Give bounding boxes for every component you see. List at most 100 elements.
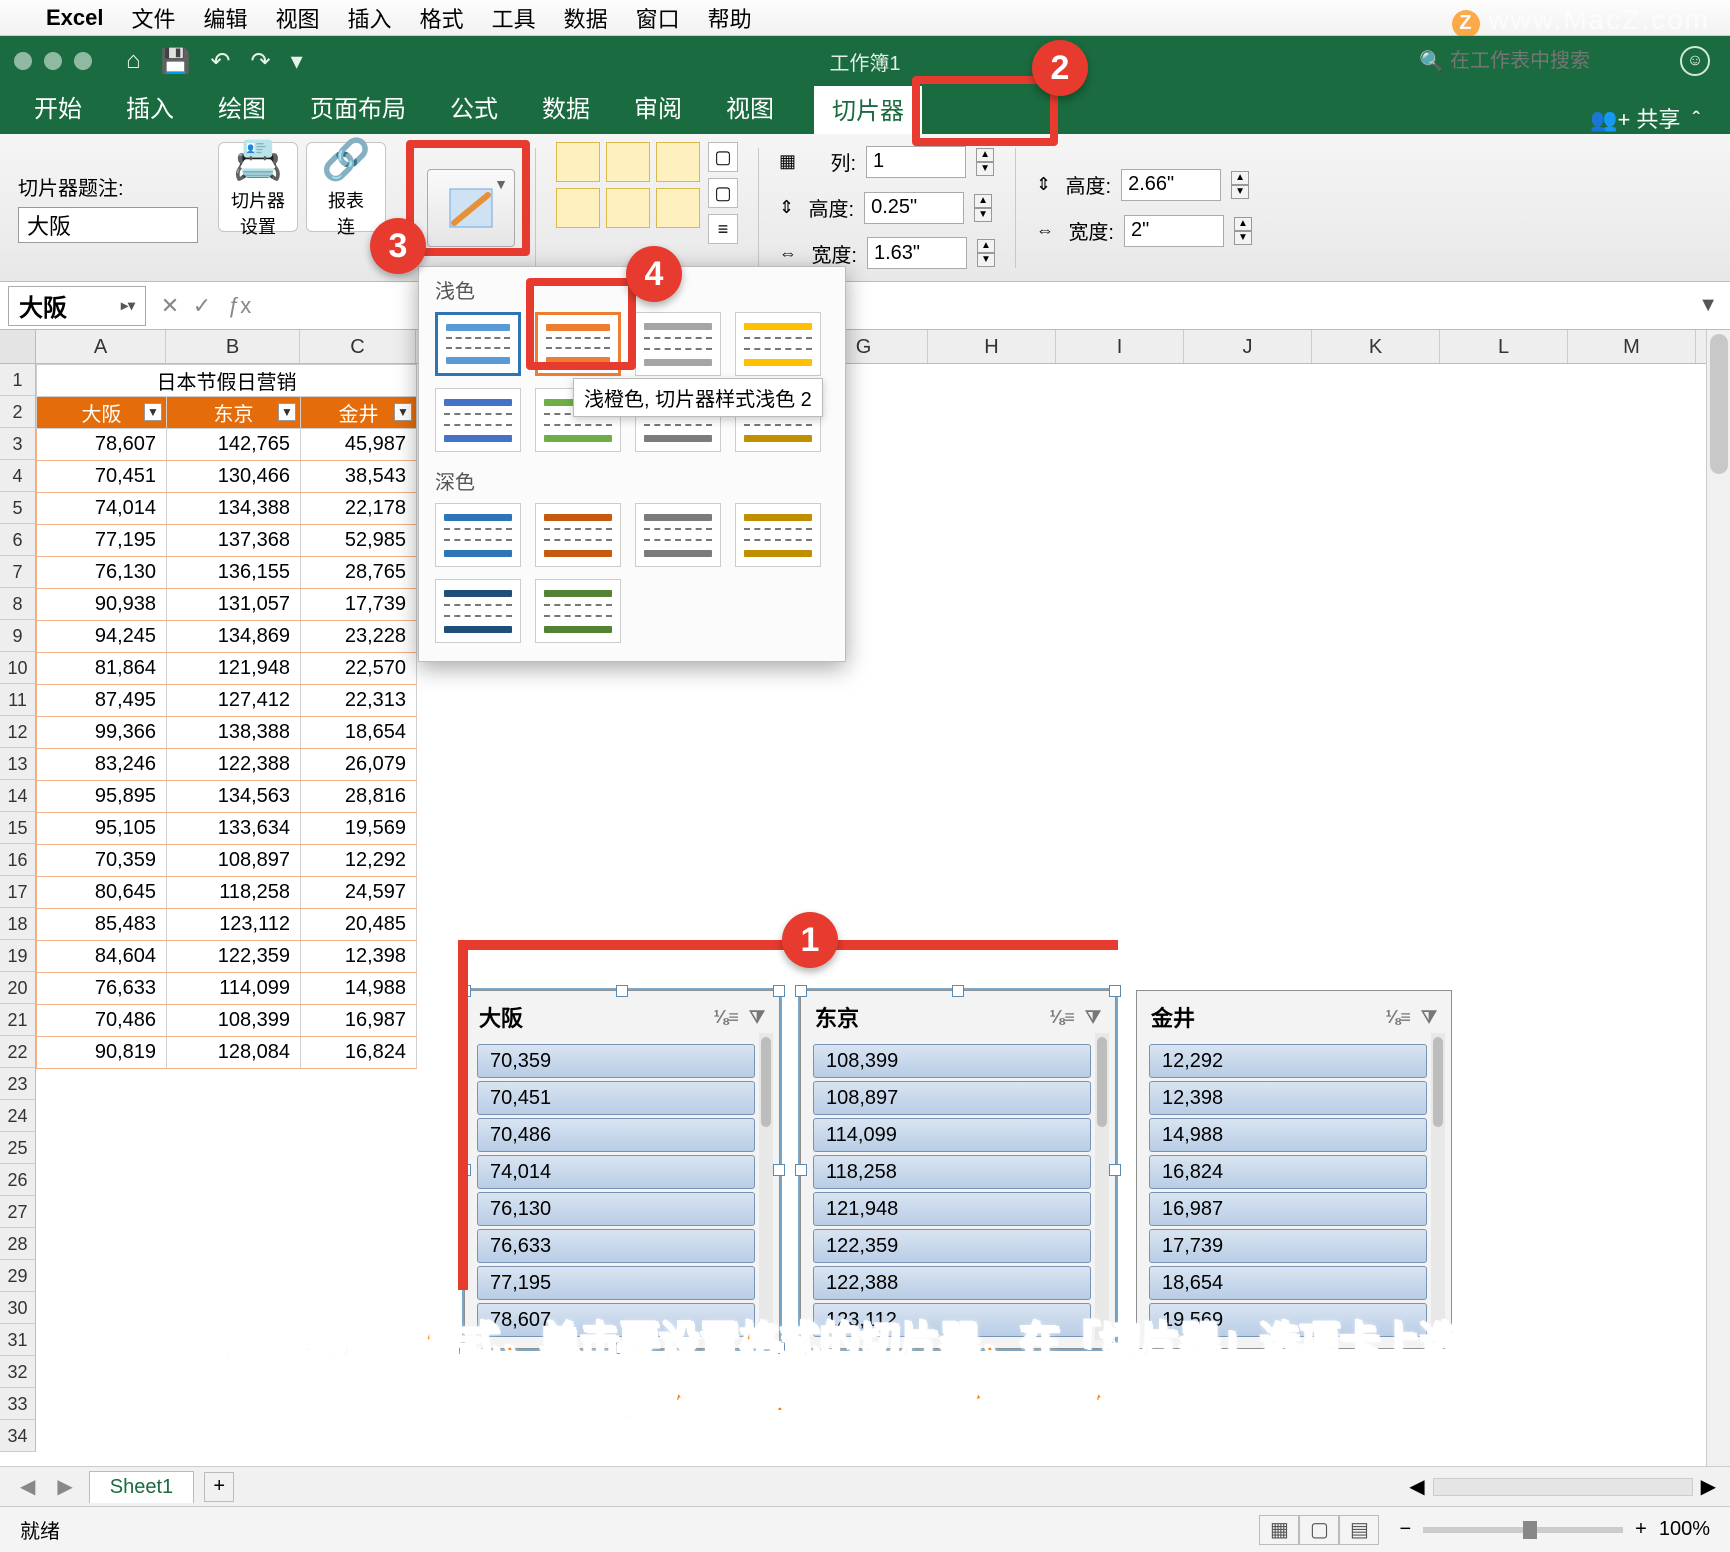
menu-window[interactable]: 窗口 <box>636 2 680 34</box>
row-header[interactable]: 8 <box>0 588 36 620</box>
tab-review[interactable]: 审阅 <box>630 83 686 134</box>
row-header[interactable]: 20 <box>0 972 36 1004</box>
slicer-item[interactable]: 17,739 <box>1149 1229 1427 1263</box>
col-header[interactable]: K <box>1312 330 1440 363</box>
cell[interactable]: 52,985 <box>301 525 417 557</box>
menu-format[interactable]: 格式 <box>420 2 464 34</box>
row-header[interactable]: 24 <box>0 1100 36 1132</box>
menu-data[interactable]: 数据 <box>564 2 608 34</box>
style-swatch[interactable] <box>735 503 821 567</box>
expand-formula-icon[interactable]: ▼ <box>1698 294 1718 317</box>
cell[interactable]: 24,597 <box>301 877 417 909</box>
sheet-nav-prev[interactable]: ◀ <box>14 1474 41 1499</box>
cell[interactable]: 19,569 <box>301 813 417 845</box>
cell[interactable]: 45,987 <box>301 429 417 461</box>
col-header[interactable]: H <box>928 330 1056 363</box>
horizontal-scrollbar[interactable]: ◀▶ <box>1409 1474 1716 1499</box>
columns-input[interactable] <box>866 146 966 178</box>
home-icon[interactable]: ⌂ <box>126 47 141 75</box>
cell[interactable]: 16,824 <box>301 1037 417 1069</box>
cell[interactable]: 134,869 <box>167 621 301 653</box>
cell[interactable]: 134,388 <box>167 493 301 525</box>
sheet-nav-next[interactable]: ▶ <box>51 1474 78 1499</box>
row-header[interactable]: 2 <box>0 396 36 428</box>
row-header[interactable]: 10 <box>0 652 36 684</box>
cell[interactable]: 18,654 <box>301 717 417 749</box>
cell[interactable]: 22,313 <box>301 685 417 717</box>
tab-formula[interactable]: 公式 <box>446 83 502 134</box>
slicer-item[interactable]: 14,988 <box>1149 1118 1427 1152</box>
cancel-icon[interactable]: ✕ <box>154 293 186 319</box>
name-box[interactable]: 大阪▸▾ <box>8 286 146 326</box>
feedback-icon[interactable]: ☺ <box>1680 46 1710 76</box>
cell[interactable]: 137,368 <box>167 525 301 557</box>
cell[interactable]: 70,451 <box>37 461 167 493</box>
cell[interactable]: 136,155 <box>167 557 301 589</box>
search-input[interactable] <box>1450 50 1650 73</box>
cell[interactable]: 74,014 <box>37 493 167 525</box>
cell[interactable]: 76,633 <box>37 973 167 1005</box>
cell[interactable]: 131,057 <box>167 589 301 621</box>
fx-icon[interactable]: ƒx <box>228 293 251 319</box>
style-swatch[interactable] <box>735 312 821 376</box>
col-header-tokyo[interactable]: 东京▼ <box>167 397 301 429</box>
style-swatch[interactable] <box>435 579 521 643</box>
cell[interactable]: 38,543 <box>301 461 417 493</box>
row-header[interactable]: 7 <box>0 556 36 588</box>
send-backward-button[interactable]: ▢ <box>708 178 738 208</box>
slicer-kanai[interactable]: 金井⅛≡⧩ 12,29212,39814,98816,82416,98717,7… <box>1136 990 1452 1349</box>
row-header[interactable]: 25 <box>0 1132 36 1164</box>
row-header[interactable]: 22 <box>0 1036 36 1068</box>
menu-view[interactable]: 视图 <box>276 2 320 34</box>
col-header[interactable]: I <box>1056 330 1184 363</box>
align-button[interactable]: ≡ <box>708 214 738 244</box>
col-header[interactable]: J <box>1184 330 1312 363</box>
undo-icon[interactable]: ↶ <box>210 47 230 76</box>
cell[interactable]: 90,938 <box>37 589 167 621</box>
row-header[interactable]: 3 <box>0 428 36 460</box>
clear-filter-icon[interactable]: ⧩ <box>1421 1007 1437 1028</box>
row-header[interactable]: 13 <box>0 748 36 780</box>
cell[interactable]: 85,483 <box>37 909 167 941</box>
cell[interactable]: 70,486 <box>37 1005 167 1037</box>
slicer-item[interactable]: 12,398 <box>1149 1081 1427 1115</box>
row-header[interactable]: 21 <box>0 1004 36 1036</box>
multiselect-icon[interactable]: ⅛≡ <box>1385 1007 1411 1028</box>
cell[interactable]: 90,819 <box>37 1037 167 1069</box>
cell[interactable]: 123,112 <box>167 909 301 941</box>
style-swatch[interactable] <box>535 579 621 643</box>
tab-data[interactable]: 数据 <box>538 83 594 134</box>
col-header[interactable]: L <box>1440 330 1568 363</box>
style-swatch[interactable] <box>435 388 521 452</box>
select-all-corner[interactable] <box>0 330 36 363</box>
add-sheet-button[interactable]: + <box>204 1472 234 1502</box>
row-header[interactable]: 15 <box>0 812 36 844</box>
cell[interactable]: 12,398 <box>301 941 417 973</box>
row-header[interactable]: 30 <box>0 1292 36 1324</box>
row-header[interactable]: 19 <box>0 940 36 972</box>
cell[interactable]: 138,388 <box>167 717 301 749</box>
cell[interactable]: 16,987 <box>301 1005 417 1037</box>
share-button[interactable]: 👥+ 共享 ˆ <box>1590 102 1700 134</box>
slicer-item[interactable]: 16,987 <box>1149 1192 1427 1226</box>
cell[interactable]: 20,485 <box>301 909 417 941</box>
btn-width-input[interactable] <box>867 237 967 269</box>
style-swatch[interactable] <box>635 312 721 376</box>
window-controls[interactable] <box>14 52 92 70</box>
arrange-group[interactable] <box>556 142 700 228</box>
cell[interactable]: 142,765 <box>167 429 301 461</box>
row-header[interactable]: 23 <box>0 1068 36 1100</box>
style-swatch[interactable] <box>635 503 721 567</box>
row-header[interactable]: 5 <box>0 492 36 524</box>
row-header[interactable]: 16 <box>0 844 36 876</box>
row-header[interactable]: 29 <box>0 1260 36 1292</box>
cell[interactable]: 22,178 <box>301 493 417 525</box>
cell[interactable]: 83,246 <box>37 749 167 781</box>
slicer-width-input[interactable] <box>1124 215 1224 247</box>
cell[interactable]: 128,084 <box>167 1037 301 1069</box>
tab-draw[interactable]: 绘图 <box>214 83 270 134</box>
row-header[interactable]: 1 <box>0 364 36 396</box>
cell[interactable]: 81,864 <box>37 653 167 685</box>
bring-forward-button[interactable]: ▢ <box>708 142 738 172</box>
row-header[interactable]: 18 <box>0 908 36 940</box>
